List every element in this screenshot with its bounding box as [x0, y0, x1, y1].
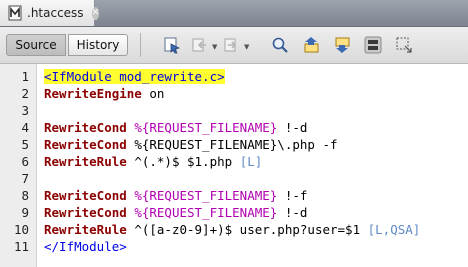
code-text: RewriteCond %{REQUEST_FILENAME}\.php -f — [44, 136, 338, 153]
tab-label: .htaccess — [27, 6, 84, 20]
back-icon[interactable] — [191, 36, 209, 54]
toggle-rectangular-selection-icon[interactable] — [395, 36, 413, 54]
line-number: 4 — [21, 120, 29, 135]
file-icon — [7, 5, 23, 21]
code-line[interactable]: 5 RewriteCond %{REQUEST_FILENAME}\.php -f — [0, 136, 468, 153]
code-token: %{REQUEST_FILENAME} — [126, 120, 278, 135]
forward-icon[interactable] — [223, 36, 241, 54]
close-icon[interactable]: ✕ — [91, 6, 100, 20]
line-number: 1 — [21, 69, 29, 84]
line-number: 6 — [21, 154, 29, 169]
code-line[interactable]: 1 <IfModule mod_rewrite.c> — [0, 68, 468, 85]
code-text: RewriteCond %{REQUEST_FILENAME} !-d — [44, 119, 307, 136]
chevron-down-icon[interactable]: ▼ — [212, 43, 217, 51]
line-number: 7 — [21, 171, 29, 186]
line-number: 5 — [21, 137, 29, 152]
editor-tab-bar: .htaccess ✕ — [0, 0, 468, 27]
toolbar-separator — [140, 33, 141, 57]
line-number: 3 — [21, 103, 29, 118]
history-button[interactable]: History — [68, 34, 128, 56]
line-number: 10 — [13, 222, 29, 237]
code-token: !-d — [277, 120, 308, 135]
line-number: 9 — [21, 205, 29, 220]
code-token: [L] — [239, 154, 263, 169]
chevron-down-icon[interactable]: ▼ — [244, 43, 249, 51]
code-token: ^([a-z0-9]+)$ user.php?user=$1 — [126, 222, 368, 237]
editor-toolbar: Source History ▼ ▼ — [0, 27, 468, 64]
code-token: [L,QSA] — [367, 222, 421, 237]
code-line[interactable]: 4 RewriteCond %{REQUEST_FILENAME} !-d — [0, 119, 468, 136]
line-number: 2 — [21, 86, 29, 101]
code-token: RewriteCond — [44, 137, 127, 152]
toggle-highlight-icon[interactable] — [364, 36, 382, 54]
code-line[interactable]: 10 RewriteRule ^([a-z0-9]+)$ user.php?use… — [0, 221, 468, 238]
code-line[interactable]: 6 RewriteRule ^(.*)$ $1.php [L] — [0, 153, 468, 170]
find-next-icon[interactable] — [333, 36, 351, 54]
code-line[interactable]: 2 RewriteEngine on — [0, 85, 468, 102]
find-icon[interactable] — [271, 36, 289, 54]
code-text: RewriteCond %{REQUEST_FILENAME} !-f — [44, 187, 307, 204]
code-text: RewriteEngine on — [44, 85, 164, 102]
code-token: %{REQUEST_FILENAME} — [126, 188, 278, 203]
code-token: RewriteRule — [44, 222, 127, 237]
code-line[interactable]: 9 RewriteCond %{REQUEST_FILENAME} !-d — [0, 204, 468, 221]
code-token: !-f — [277, 188, 308, 203]
code-token: RewriteEngine — [44, 86, 142, 101]
find-previous-icon[interactable] — [302, 36, 320, 54]
code-token: RewriteCond — [44, 188, 127, 203]
code-line[interactable]: 3 — [0, 102, 468, 119]
code-text: RewriteRule ^(.*)$ $1.php [L] — [44, 153, 262, 170]
code-token: %{REQUEST_FILENAME}\.php -f — [126, 137, 338, 152]
source-button[interactable]: Source — [6, 34, 66, 56]
code-token: <IfModule mod_rewrite.c> — [44, 69, 225, 84]
code-token: RewriteCond — [44, 120, 127, 135]
code-token: on — [141, 86, 165, 101]
code-token: !-d — [277, 205, 308, 220]
code-text: </IfModule> — [44, 238, 127, 255]
code-line[interactable]: 11 </IfModule> — [0, 238, 468, 255]
last-edit-icon[interactable] — [163, 36, 181, 54]
tab-htaccess[interactable]: .htaccess ✕ — [0, 0, 100, 26]
code-line[interactable]: 7 — [0, 170, 468, 187]
code-text: RewriteCond %{REQUEST_FILENAME} !-d — [44, 204, 307, 221]
code-text: RewriteRule ^([a-z0-9]+)$ user.php?user=… — [44, 221, 420, 238]
code-token: </IfModule> — [44, 239, 127, 254]
code-token: RewriteCond — [44, 205, 127, 220]
code-token: %{REQUEST_FILENAME} — [126, 205, 278, 220]
code-editor[interactable]: 1 <IfModule mod_rewrite.c> 2 RewriteEngine … — [0, 64, 468, 267]
line-number: 11 — [13, 239, 29, 254]
code-token: RewriteRule — [44, 154, 127, 169]
code-text: <IfModule mod_rewrite.c> — [44, 68, 225, 85]
code-token: ^(.*)$ $1.php — [126, 154, 240, 169]
line-number: 8 — [21, 188, 29, 203]
code-line[interactable]: 8 RewriteCond %{REQUEST_FILENAME} !-f — [0, 187, 468, 204]
